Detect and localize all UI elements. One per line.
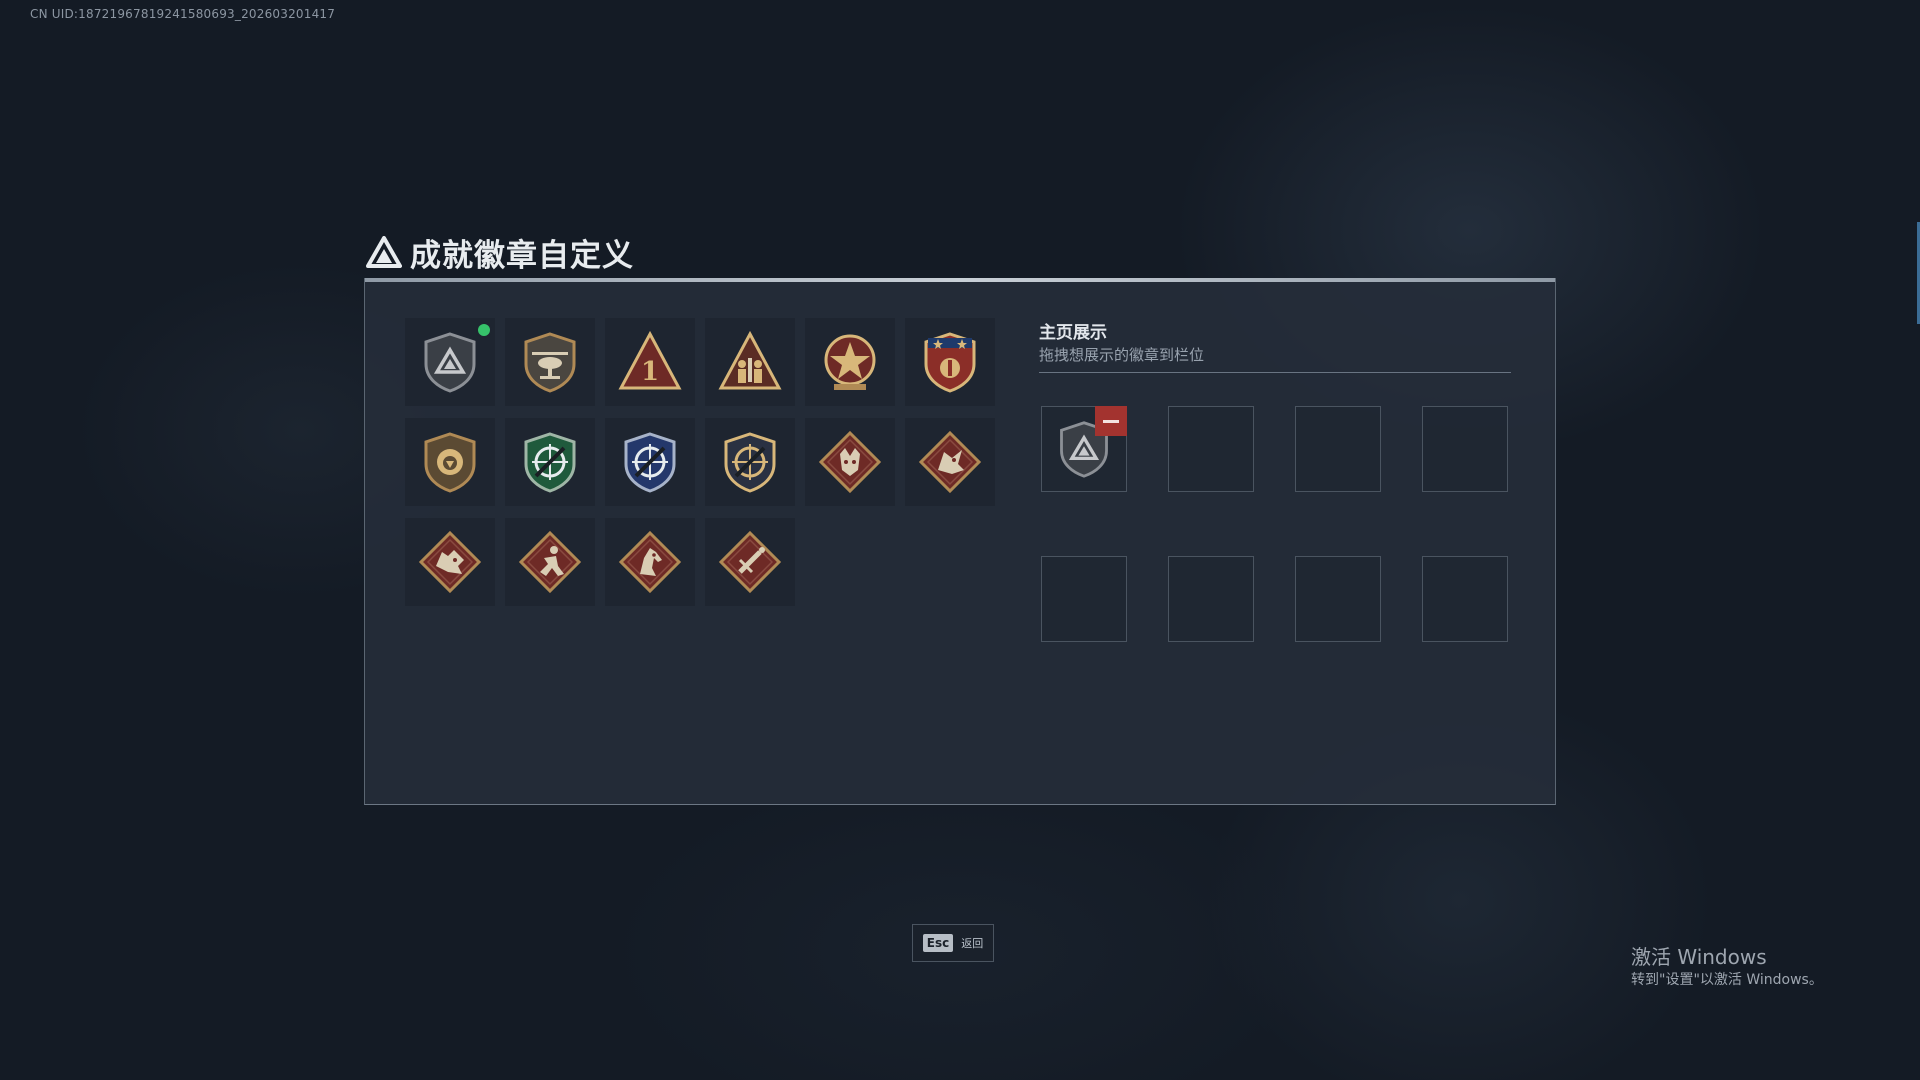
badge-slot[interactable] [405,518,495,606]
showcase-slot-empty[interactable] [1168,406,1254,492]
shield-triangle-badge-icon [424,332,476,393]
gold-crosshair-rifle-badge-icon [724,432,776,493]
showcase-slot-empty[interactable] [1041,556,1127,642]
green-crosshair-rifle-badge-icon [524,432,576,493]
lion-shield-badge-icon [424,432,476,493]
badge-slot[interactable] [705,418,795,506]
badge-slot[interactable] [405,418,495,506]
showcase-hint: 拖拽想展示的徽章到栏位 [1039,346,1205,364]
badge-slot[interactable] [605,518,695,606]
wolf-diamond-badge-icon [818,430,882,494]
badge-slot[interactable] [805,418,895,506]
badge-slot[interactable] [505,418,595,506]
star-crest-badge-icon [924,332,976,393]
badge-slot[interactable]: 1 [605,318,695,406]
minus-icon [1103,419,1119,423]
page-header: 成就徽章自定义 [366,232,634,274]
dragon-diamond-badge-icon [918,430,982,494]
badge-slot[interactable] [905,318,995,406]
delta-logo-icon [366,236,402,268]
dagger-diamond-badge-icon [718,530,782,594]
showcase-slot-filled[interactable] [1041,406,1127,492]
badge-slot[interactable] [905,418,995,506]
windows-activation-watermark: 激活 Windows 转到"设置"以激活 Windows。 [1631,944,1823,990]
showcase-divider [1039,372,1511,373]
showcase-slot-empty[interactable] [1295,406,1381,492]
svg-text:1: 1 [641,357,659,387]
badge-slot[interactable] [805,318,895,406]
triangle-number-one-badge-icon: 1 [618,330,682,390]
badge-slot[interactable] [505,318,595,406]
helicopter-shield-badge-icon [524,332,576,393]
badge-slot[interactable] [705,518,795,606]
remove-badge-button[interactable] [1095,406,1127,436]
showcase-slot-empty[interactable] [1295,556,1381,642]
badge-slot[interactable] [405,318,495,406]
activation-title: 激活 Windows [1631,945,1767,969]
player-uid: CN UID:18721967819241580693_202603201417 [30,7,336,21]
back-label: 返回 [961,937,984,950]
blue-crosshair-rifle-badge-icon [624,432,676,493]
star-medal-badge-icon [824,334,876,390]
badge-slot[interactable] [605,418,695,506]
dragon-head-diamond-badge-icon [418,530,482,594]
panel-top-divider [365,278,1555,282]
badge-slot[interactable] [705,318,795,406]
badge-customization-panel: 1 主页展示 拖拽想展示的徽章到栏位 [364,278,1556,805]
showcase-slot-empty[interactable] [1168,556,1254,642]
showcase-slot-empty[interactable] [1422,406,1508,492]
showcase-slot-empty[interactable] [1422,556,1508,642]
esc-key-hint: Esc [922,934,954,952]
runner-diamond-badge-icon [518,530,582,594]
badge-slot[interactable] [505,518,595,606]
page-title: 成就徽章自定义 [410,237,634,274]
horse-diamond-badge-icon [618,530,682,594]
activation-subtitle: 转到"设置"以激活 Windows。 [1631,972,1823,988]
showcase-slot-grid [1041,406,1508,642]
showcase-title: 主页展示 [1039,323,1107,343]
new-indicator-dot [478,324,490,336]
back-button[interactable]: Esc 返回 [912,924,994,962]
triangle-soldiers-badge-icon [718,330,782,390]
badge-collection-grid: 1 [405,318,995,606]
